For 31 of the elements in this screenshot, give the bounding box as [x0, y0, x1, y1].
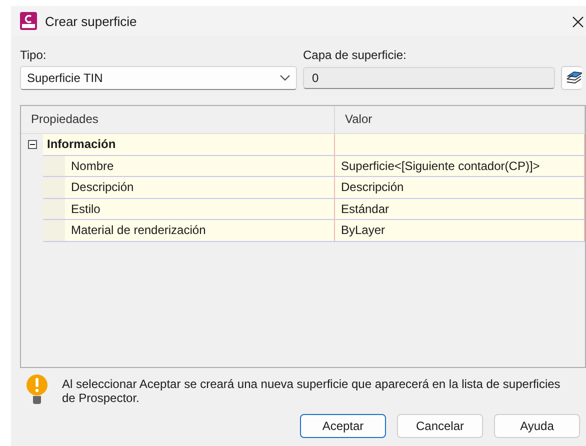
app-icon — [20, 12, 37, 30]
dialog-button[interactable]: Cancelar — [397, 414, 483, 438]
property-name: Material de renderización — [65, 220, 335, 242]
warning-icon — [26, 374, 48, 406]
property-name: Descripción — [65, 177, 335, 198]
property-value[interactable]: Descripción — [335, 177, 585, 198]
layer-field[interactable]: 0 — [303, 67, 555, 89]
row-gutter — [43, 156, 65, 177]
property-value[interactable]: Superficie<[Siguiente contador(CP)]> — [335, 156, 585, 177]
property-value[interactable]: Estándar — [335, 198, 585, 220]
column-header[interactable]: Valor — [335, 106, 585, 133]
collapse-icon[interactable] — [28, 140, 36, 150]
row-gutter — [43, 198, 65, 220]
property-name: Nombre — [65, 156, 335, 177]
field-label: Capa de superficie: — [303, 48, 408, 62]
chevron-down-icon — [280, 75, 290, 81]
type-dropdown[interactable]: Superficie TIN — [20, 66, 297, 90]
row-gutter — [43, 220, 65, 242]
layers-icon — [564, 70, 582, 86]
layer-button[interactable] — [561, 66, 582, 90]
group-label[interactable]: Información — [43, 134, 335, 156]
row-gutter — [43, 177, 65, 198]
dialog-button[interactable]: Aceptar — [300, 414, 386, 438]
info-message: Al seleccionar Aceptar se creará una nueva superficie que aparecerá en la lista de superficies de Prospector. — [62, 376, 562, 405]
dialog-button[interactable]: Ayuda — [494, 414, 580, 438]
window-title: Crear superficie — [45, 14, 137, 28]
field-label: Tipo: — [20, 48, 48, 62]
column-header[interactable]: Propiedades — [21, 106, 335, 133]
close-icon[interactable] — [572, 16, 584, 28]
property-value[interactable]: ByLayer — [335, 220, 585, 242]
property-name: Estilo — [65, 198, 335, 220]
